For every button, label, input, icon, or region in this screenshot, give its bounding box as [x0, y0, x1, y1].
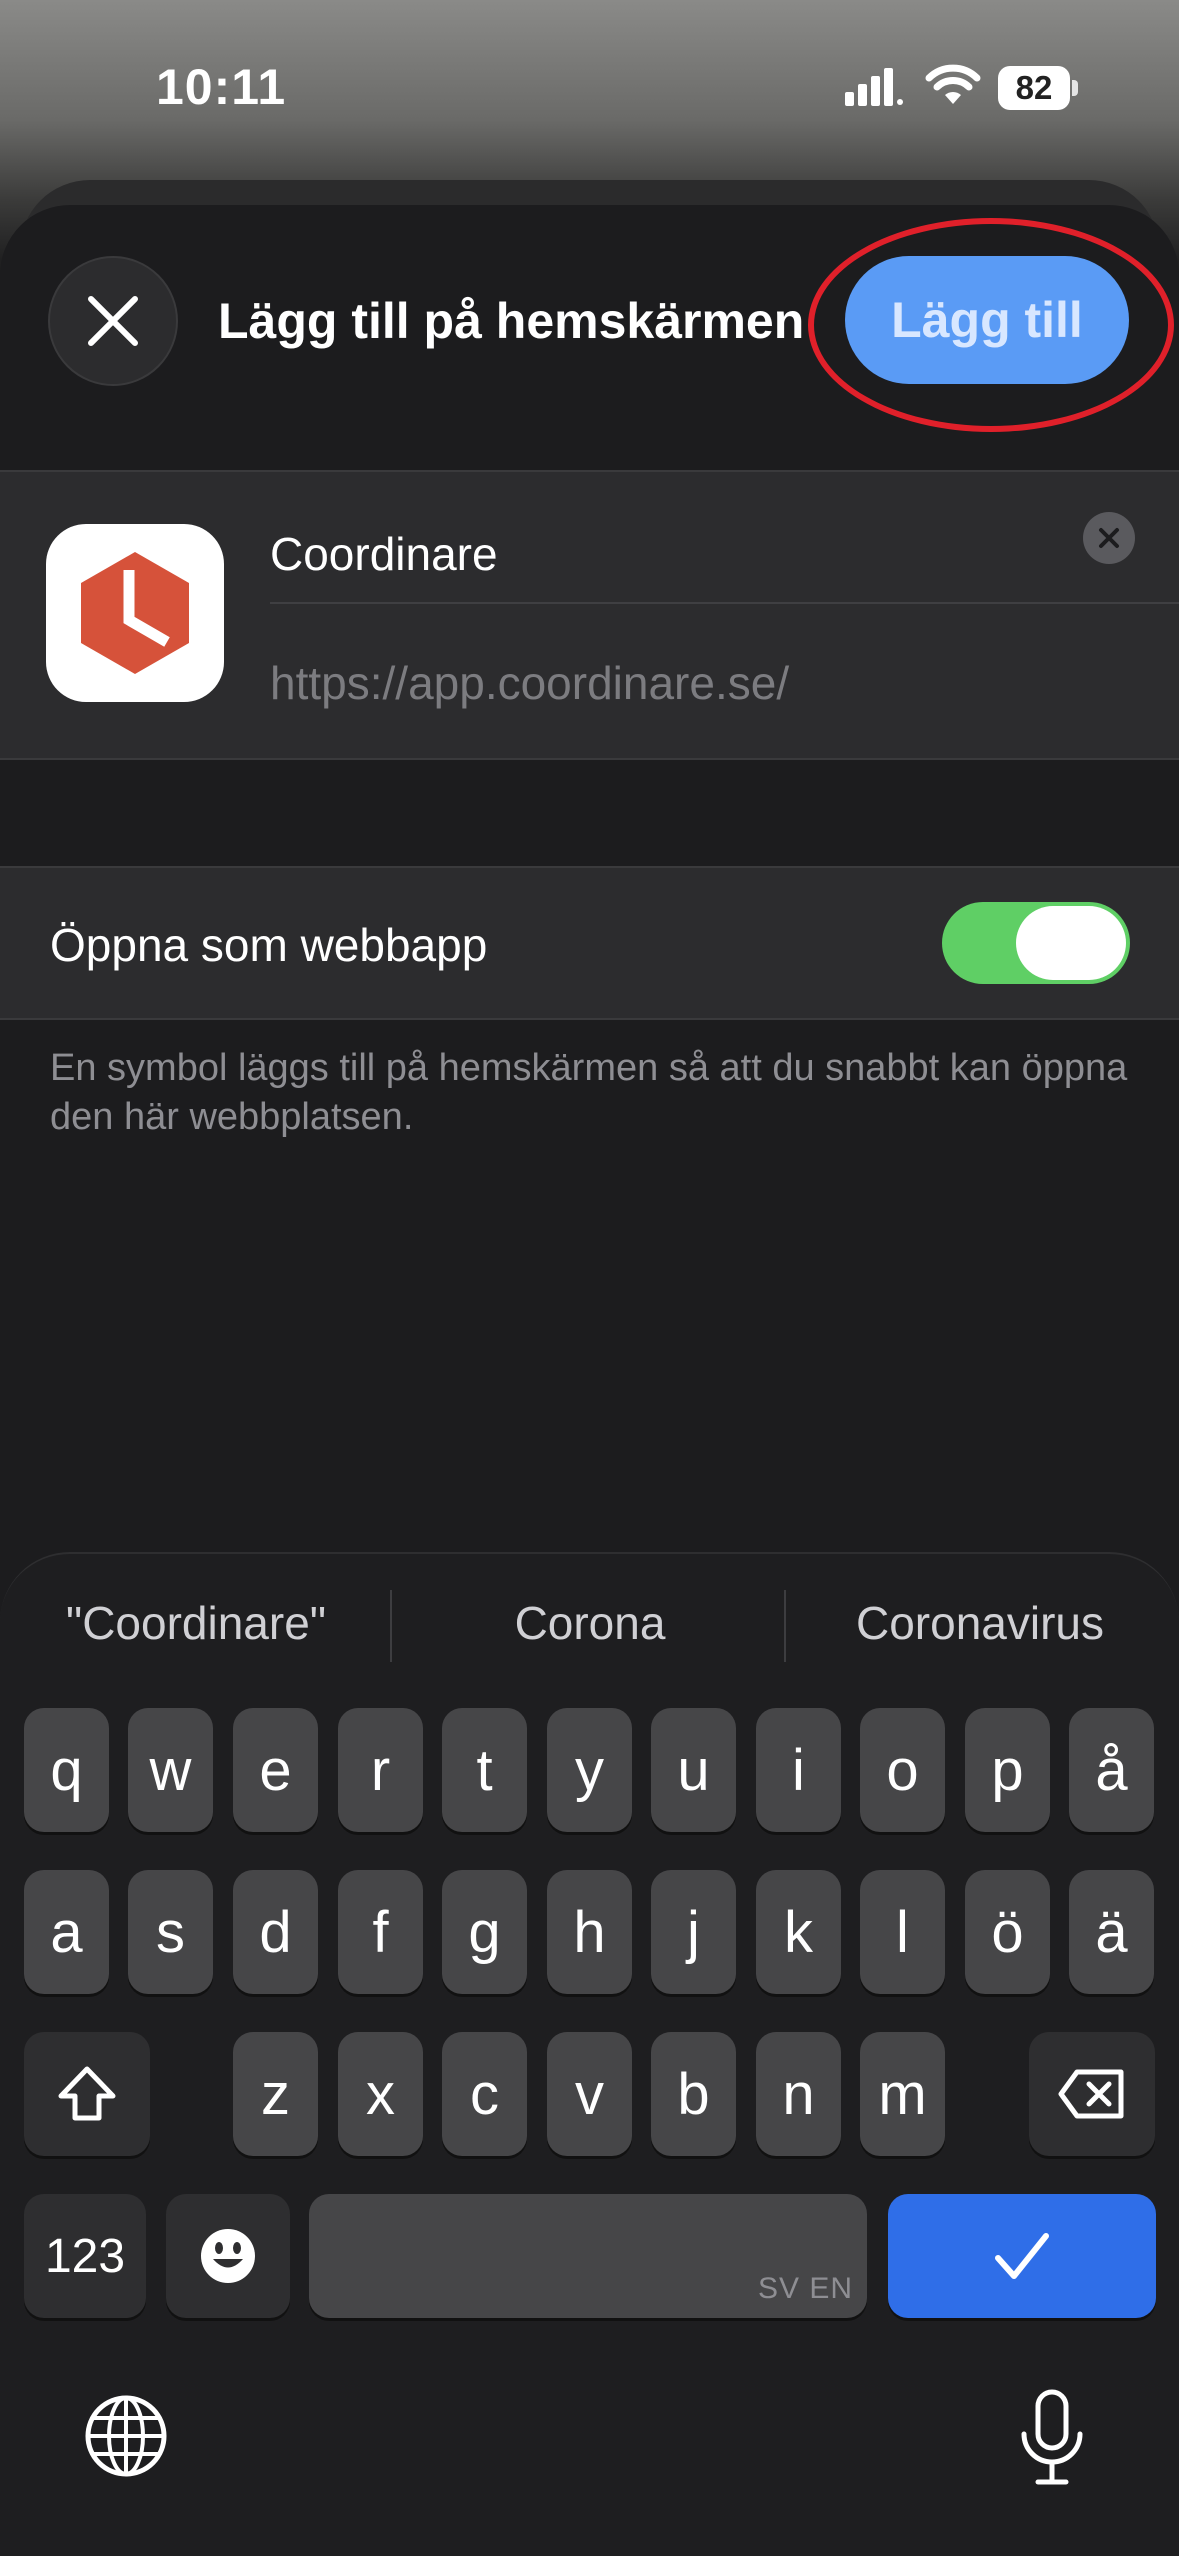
cellular-signal-icon — [845, 68, 903, 106]
key-c[interactable]: c — [442, 2032, 527, 2156]
suggestion-1[interactable]: "Coordinare" — [16, 1596, 376, 1650]
suggestion-3[interactable]: Coronavirus — [800, 1596, 1160, 1650]
sheet-title: Lägg till på hemskärmen — [218, 293, 805, 349]
key-h[interactable]: h — [547, 1870, 632, 1994]
key-z[interactable]: z — [233, 2032, 318, 2156]
highlight-annotation — [808, 218, 1174, 432]
key-s[interactable]: s — [128, 1870, 213, 1994]
key-f[interactable]: f — [338, 1870, 423, 1994]
microphone-icon — [1021, 2389, 1083, 2485]
key-l[interactable]: l — [860, 1870, 945, 1994]
emoji-key[interactable] — [166, 2194, 290, 2318]
key-j[interactable]: j — [651, 1870, 736, 1994]
suggestion-2[interactable]: Corona — [410, 1596, 770, 1650]
key-a-umlaut[interactable]: ä — [1069, 1870, 1154, 1994]
key-p[interactable]: p — [965, 1708, 1050, 1832]
backspace-key[interactable] — [1029, 2032, 1155, 2156]
globe-button[interactable] — [84, 2394, 168, 2478]
bookmark-name-input[interactable] — [270, 508, 1140, 600]
key-d[interactable]: d — [233, 1870, 318, 1994]
shift-key[interactable] — [24, 2032, 150, 2156]
web-app-footnote: En symbol läggs till på hemskärmen så at… — [50, 1047, 1128, 1138]
key-g[interactable]: g — [442, 1870, 527, 1994]
suggestion-separator — [390, 1590, 392, 1662]
key-w[interactable]: w — [128, 1708, 213, 1832]
key-t[interactable]: t — [442, 1708, 527, 1832]
suggestion-separator — [784, 1590, 786, 1662]
key-e[interactable]: e — [233, 1708, 318, 1832]
web-app-toggle[interactable] — [942, 902, 1130, 984]
dictation-button[interactable] — [1014, 2388, 1090, 2488]
close-icon — [88, 296, 138, 346]
checkmark-icon — [995, 2233, 1049, 2279]
close-button[interactable] — [48, 256, 178, 386]
key-i[interactable]: i — [756, 1708, 841, 1832]
done-key[interactable] — [888, 2194, 1156, 2318]
key-u[interactable]: u — [651, 1708, 736, 1832]
emoji-icon — [201, 2229, 255, 2283]
backspace-icon — [1058, 2069, 1124, 2119]
space-key[interactable]: SV EN — [309, 2194, 867, 2318]
key-r[interactable]: r — [338, 1708, 423, 1832]
globe-icon — [85, 2395, 167, 2477]
key-o-umlaut[interactable]: ö — [965, 1870, 1050, 1994]
card-divider — [270, 602, 1179, 604]
status-time: 10:11 — [156, 59, 287, 115]
key-k[interactable]: k — [756, 1870, 841, 1994]
key-a-ring[interactable]: å — [1069, 1708, 1154, 1832]
numbers-key[interactable]: 123 — [24, 2194, 146, 2318]
wifi-icon — [925, 64, 981, 104]
key-y[interactable]: y — [547, 1708, 632, 1832]
clear-text-button[interactable] — [1083, 512, 1135, 564]
key-v[interactable]: v — [547, 2032, 632, 2156]
coordinare-app-icon — [46, 524, 224, 702]
toggle-knob — [1016, 906, 1126, 980]
bookmark-url: https://app.coordinare.se/ — [270, 657, 790, 709]
web-app-label: Öppna som webbapp — [50, 919, 488, 971]
key-a[interactable]: a — [24, 1870, 109, 1994]
clear-x-icon — [1099, 528, 1119, 548]
key-m[interactable]: m — [860, 2032, 945, 2156]
key-n[interactable]: n — [756, 2032, 841, 2156]
coordinare-logo-icon — [81, 552, 189, 674]
battery-indicator: 82 — [998, 66, 1078, 110]
key-q[interactable]: q — [24, 1708, 109, 1832]
shift-icon — [58, 2066, 116, 2121]
key-b[interactable]: b — [651, 2032, 736, 2156]
key-x[interactable]: x — [338, 2032, 423, 2156]
space-language-label: SV EN — [757, 2272, 853, 2305]
battery-level: 82 — [998, 66, 1070, 110]
key-o[interactable]: o — [860, 1708, 945, 1832]
